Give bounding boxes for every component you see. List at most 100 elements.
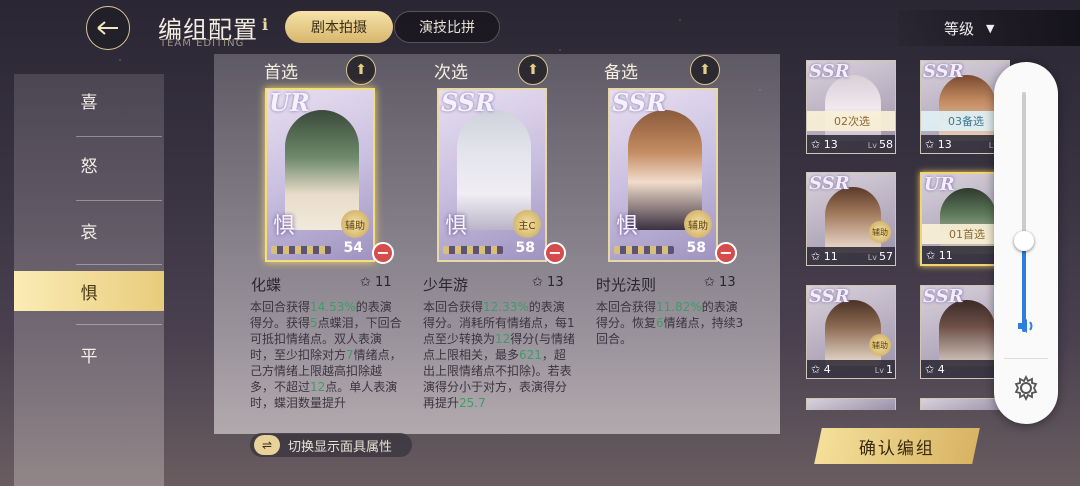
highlight-value: 5 [310,316,318,330]
star-count: ✩ 11 [811,249,838,263]
description-text: 本回合获得 [596,300,657,314]
highlight-value: 7 [346,348,354,362]
skill-description: 本回合获得12.33%的表演得分。消耗所有情绪点，每1点至少转换为12得分(与情… [423,299,575,429]
speaker-icon[interactable] [1014,314,1038,338]
system-volume-panel [994,62,1058,424]
rarity-badge: SSR [809,61,850,82]
star-rank-bar [443,246,503,254]
divider [1004,358,1048,359]
back-button[interactable] [86,6,130,50]
star-count: ✩ 4 [811,362,831,376]
confirm-team-button[interactable]: 确认编组 [814,428,980,464]
roster-card-partial[interactable] [806,398,896,410]
highlight-value: 14.53% [310,300,356,314]
slot-label-second: 次选 [434,63,468,83]
slot-tag: 02次选 [807,111,895,131]
remove-button[interactable]: − [372,242,394,264]
minus-icon: − [548,243,562,262]
slot-card-second[interactable]: SSR 惧 主C 58 [437,88,547,262]
info-icon[interactable]: i [262,15,268,34]
divider [76,264,162,265]
sidebar-item-fear[interactable]: 惧 [14,271,164,311]
minus-icon: − [376,243,390,262]
rarity-badge: SSR [809,286,850,307]
gear-icon[interactable] [1012,374,1040,402]
skill-stars: ✩ 13 [704,275,736,290]
star-count: ✩ 13 [925,137,952,151]
highlight-value: 25.7 [459,396,486,410]
caret-down-icon: ▼ [986,21,995,35]
sidebar-item-anger[interactable]: 怒 [14,144,164,184]
lv-label: Lv [874,365,884,375]
skill-stars: ✩ 11 [360,275,392,290]
star-count: ✩ 11 [926,248,953,262]
skill-name: 化蝶 [251,276,282,294]
roster-card[interactable]: SSR 辅助 ✩ 11 Lv 57 [806,172,896,266]
character-portrait [825,75,881,141]
level-group: Lv 57 [868,250,893,263]
card-footer: ✩ 11 Lv 57 [807,247,895,265]
skill-star-count: 13 [719,275,736,290]
remove-button[interactable]: − [544,242,566,264]
skill-stars: ✩ 13 [532,275,564,290]
slot-label-first: 首选 [264,63,298,83]
card-footer: ✩ 13 Lv 58 [807,135,895,153]
star-icon: ✩ [704,275,715,290]
back-arrow-icon [97,21,118,35]
card-footer: ✩ 4 Lv 1 [807,360,895,378]
emotion-sidebar: 喜 怒 哀 惧 平 [14,74,164,486]
rarity-badge: SSR [923,286,964,307]
star-icon: ✩ [532,275,543,290]
sidebar-item-sorrow[interactable]: 哀 [14,210,164,250]
skill-star-count: 11 [375,275,392,290]
confirm-label: 确认编组 [859,438,935,459]
role-badge: 主C [513,210,541,238]
rarity-badge: SSR [612,88,667,117]
highlight-value: 11.82% [656,300,702,314]
highlight-value: 12 [310,380,326,394]
volume-slider-knob[interactable] [1014,230,1034,251]
move-up-button[interactable]: ⬆ [518,55,548,85]
highlight-value: 12.33% [483,300,529,314]
level-group: Lv 1 [875,363,893,376]
star-rank-bar [614,246,674,254]
roster-card[interactable]: SSR 02次选 ✩ 13 Lv 58 [806,60,896,154]
card-level: 1 [886,362,893,376]
move-up-button[interactable]: ⬆ [690,55,720,85]
sidebar-item-joy[interactable]: 喜 [14,80,164,120]
star-count: ✩ 4 [925,362,945,376]
toggle-mask-attributes-button[interactable]: ⇌ 切换显示面具属性 [250,433,412,457]
card-level: 58 [879,137,893,151]
rarity-badge: SSR [441,88,496,117]
arrow-up-icon: ⬆ [699,62,711,78]
role-badge: 辅助 [684,210,712,238]
card-level: 58 [515,240,535,256]
sort-dropdown[interactable]: 等级 ▼ [898,10,1080,46]
description-text: 本回合获得 [423,300,484,314]
slot-card-third[interactable]: SSR 惧 辅助 58 [608,88,718,262]
level-group: Lv 58 [868,138,893,151]
star-count: ✩ 13 [811,137,838,151]
emotion-glyph: 惧 [273,214,296,239]
move-up-button[interactable]: ⬆ [346,55,376,85]
sidebar-item-calm[interactable]: 平 [14,334,164,374]
skill-description: 本回合获得14.53%的表演得分。获得5点蝶泪，下回合可抵扣情绪点。双人表演时，… [250,299,402,429]
sort-label: 等级 [944,19,975,38]
rarity-badge: SSR [923,61,964,82]
character-portrait [939,75,995,141]
page-subtitle: TEAM EDITING [160,38,245,49]
emotion-glyph: 惧 [616,214,639,239]
emotion-glyph: 惧 [445,214,468,239]
card-level: 54 [343,240,363,256]
role-badge: 辅助 [341,210,369,238]
divider [76,324,162,325]
highlight-value: 621 [519,348,542,362]
role-badge: 辅助 [869,221,891,243]
roster-card[interactable]: SSR 辅助 ✩ 4 Lv 1 [806,285,896,379]
tab-acting-contest[interactable]: 演技比拼 [394,11,500,43]
rarity-badge: SSR [809,173,850,194]
divider [76,136,162,137]
tab-script-shooting[interactable]: 剧本拍摄 [285,11,393,43]
remove-button[interactable]: − [715,242,737,264]
slot-card-first[interactable]: UR 惧 辅助 54 [265,88,375,262]
